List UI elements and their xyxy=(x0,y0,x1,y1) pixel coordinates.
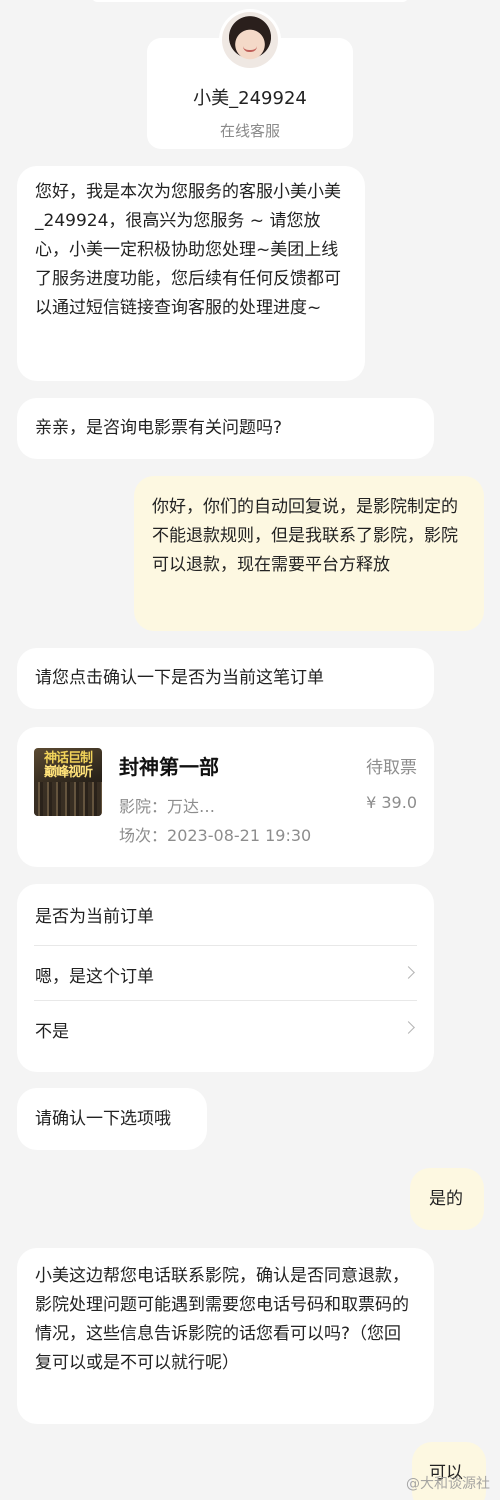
ticket-status: 待取票 xyxy=(366,758,417,778)
agent-avatar xyxy=(219,9,281,71)
movie-poster: 神话巨制 巅峰视听 xyxy=(34,748,102,816)
agent-message-bubble: 小美这边帮您电话联系影院，确认是否同意退款，影院处理问题可能遇到需要您电话号码和… xyxy=(17,1248,434,1424)
poster-text-line1: 神话巨制 xyxy=(43,751,93,766)
option-label: 嗯，是这个订单 xyxy=(35,967,154,987)
cinema-row: 影院：万达… xyxy=(119,793,215,817)
avatar-face-icon xyxy=(222,12,278,68)
session-row: 场次：2023-08-21 19:30 xyxy=(119,822,311,846)
chevron-right-icon xyxy=(402,966,415,979)
watermark: @大和谈源社 xyxy=(406,1476,490,1492)
confirm-question: 是否为当前订单 xyxy=(35,907,154,927)
chat-page: 小美_249924 在线客服 您好，我是本次为您服务的客服小美小美_249924… xyxy=(0,0,500,1500)
poster-text-line2: 巅峰视听 xyxy=(43,765,93,780)
agent-role: 在线客服 xyxy=(219,122,280,140)
agent-message-bubble: 请确认一下选项哦 xyxy=(17,1088,207,1150)
cinema-value: 万达… xyxy=(167,797,216,816)
chevron-right-icon xyxy=(402,1021,415,1034)
previous-card-edge xyxy=(92,0,408,2)
poster-art xyxy=(34,782,102,816)
option-not-this-order[interactable]: 不是 xyxy=(34,1000,417,1055)
movie-title: 封神第一部 xyxy=(119,755,219,779)
agent-message-bubble: 您好，我是本次为您服务的客服小美小美_249924，很高兴为您服务 ~ 请您放心… xyxy=(17,166,365,381)
agent-message-bubble: 请您点击确认一下是否为当前这笔订单 xyxy=(17,648,434,709)
cinema-label: 影院： xyxy=(119,797,168,816)
session-label: 场次： xyxy=(119,826,168,845)
order-price: ¥ 39.0 xyxy=(366,793,417,812)
agent-name: 小美_249924 xyxy=(193,88,307,109)
session-value: 2023-08-21 19:30 xyxy=(167,826,312,845)
option-yes-this-order[interactable]: 嗯，是这个订单 xyxy=(34,945,417,1000)
order-confirm-card: 是否为当前订单 嗯，是这个订单 不是 xyxy=(17,884,434,1072)
order-card[interactable]: 神话巨制 巅峰视听 封神第一部 待取票 影院：万达… ¥ 39.0 场次：202… xyxy=(17,727,434,867)
user-message-bubble: 你好，你们的自动回复说，是影院制定的不能退款规则，但是我联系了影院，影院可以退款… xyxy=(134,476,484,631)
agent-message-bubble: 亲亲，是咨询电影票有关问题吗? xyxy=(17,398,434,459)
user-message-bubble: 是的 xyxy=(410,1168,484,1230)
option-label: 不是 xyxy=(35,1022,69,1042)
